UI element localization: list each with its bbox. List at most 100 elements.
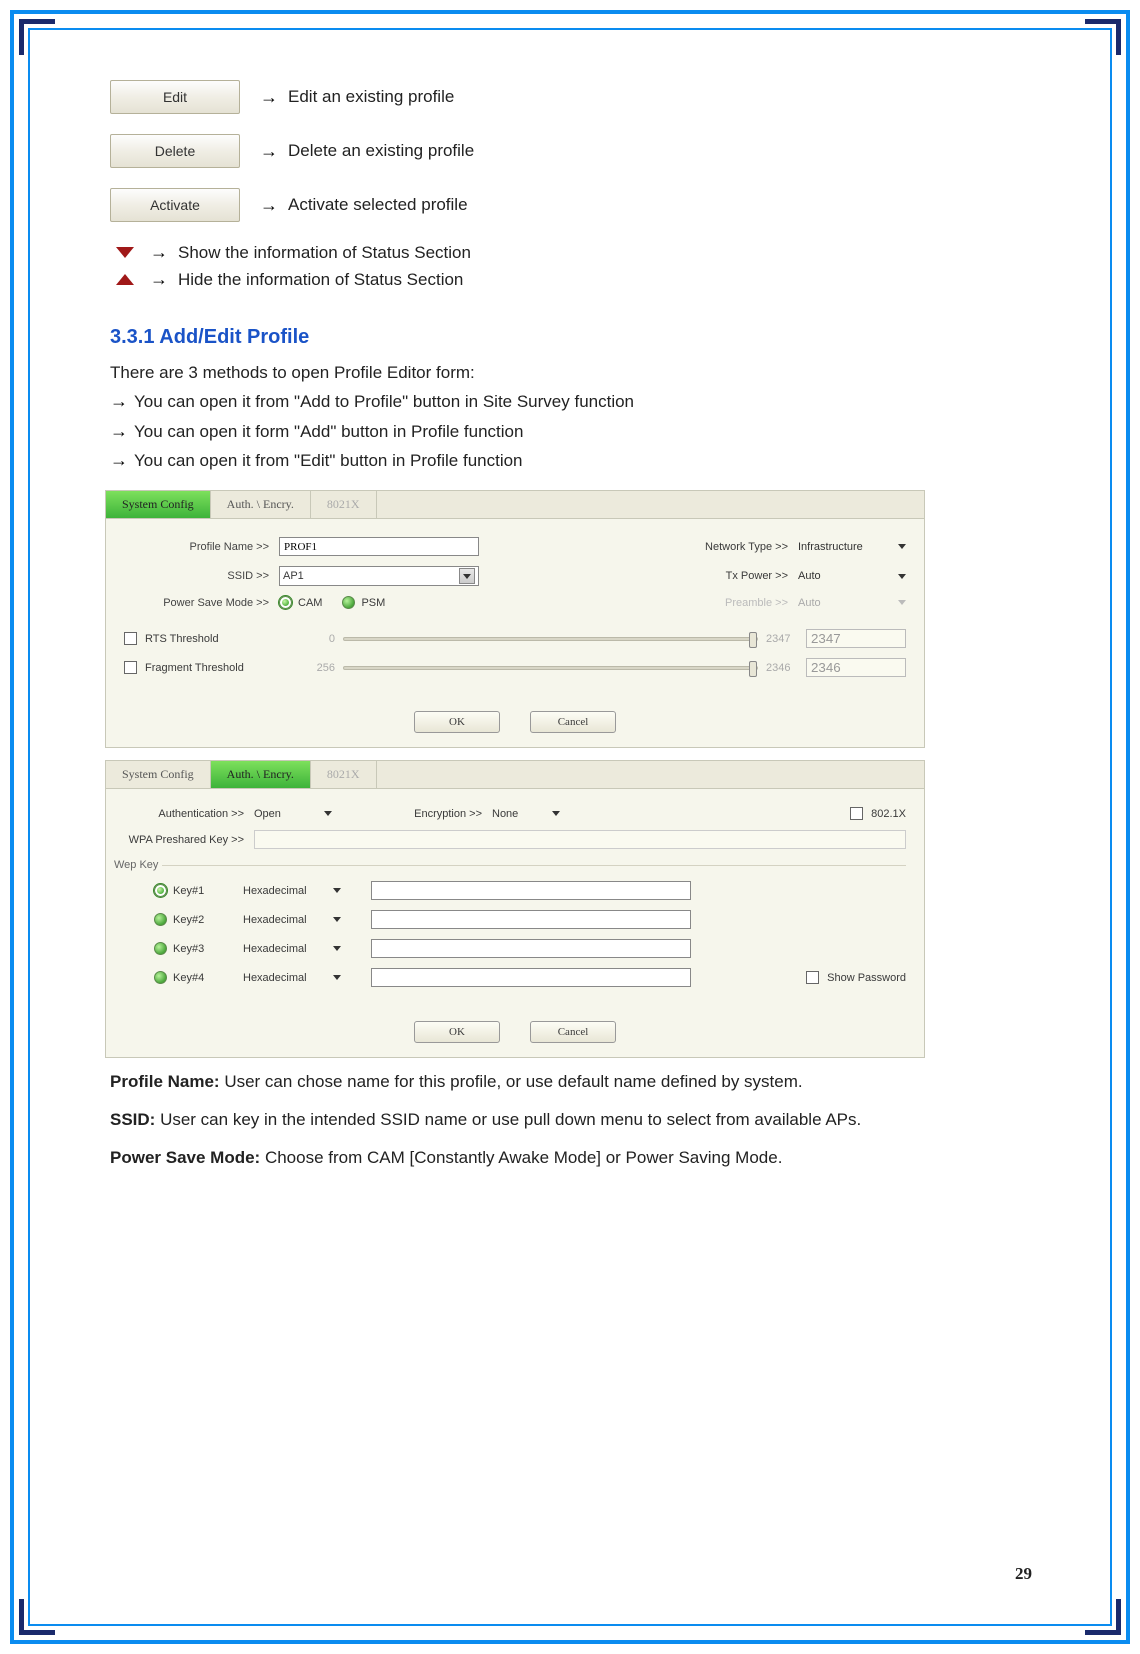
method-item: You can open it form "Add" button in Pro… — [134, 422, 523, 441]
key4-format[interactable]: Hexadecimal — [243, 972, 333, 984]
network-type-value[interactable]: Infrastructure — [798, 541, 898, 553]
tab-system-config[interactable]: System Config — [106, 761, 211, 788]
fragment-value-input — [806, 658, 906, 677]
key2-label: Key#2 — [173, 914, 243, 926]
8021x-label: 802.1X — [871, 808, 906, 820]
ssid-def-text: User can key in the intended SSID name o… — [155, 1110, 861, 1129]
chevron-down-icon — [898, 600, 906, 605]
ssid-value: AP1 — [283, 570, 304, 582]
chevron-down-icon[interactable] — [110, 247, 140, 258]
ssid-label: SSID >> — [124, 570, 279, 582]
edit-description: Edit an existing profile — [288, 87, 454, 107]
authentication-value[interactable]: Open — [254, 808, 324, 820]
chevron-down-icon[interactable] — [324, 811, 332, 816]
key1-radio[interactable] — [154, 884, 167, 897]
encryption-value[interactable]: None — [492, 808, 552, 820]
tx-power-label: Tx Power >> — [688, 570, 798, 582]
ok-button[interactable]: OK — [414, 1021, 500, 1043]
arrow-icon: → — [260, 87, 278, 108]
system-config-dialog: System Config Auth. \ Encry. 8021X Profi… — [105, 490, 925, 748]
corner-decoration — [1085, 1599, 1121, 1635]
fragment-min: 256 — [285, 662, 335, 674]
chevron-up-icon[interactable] — [110, 274, 140, 285]
tab-8021x: 8021X — [311, 761, 377, 788]
ok-button[interactable]: OK — [414, 711, 500, 733]
fragment-checkbox[interactable] — [124, 661, 137, 674]
chevron-down-icon[interactable] — [333, 946, 341, 951]
cam-label: CAM — [298, 597, 322, 609]
cam-radio[interactable] — [279, 596, 292, 609]
key3-radio[interactable] — [154, 942, 167, 955]
psm-radio[interactable] — [342, 596, 355, 609]
arrow-icon: → — [110, 391, 128, 411]
chevron-down-icon[interactable] — [898, 574, 906, 579]
profile-name-def-text: User can chose name for this profile, or… — [220, 1072, 803, 1091]
profile-name-input[interactable] — [279, 537, 479, 556]
intro-text: There are 3 methods to open Profile Edit… — [110, 359, 1040, 387]
edit-button[interactable]: Edit — [110, 80, 240, 114]
chevron-down-icon[interactable] — [333, 975, 341, 980]
tab-auth-encry[interactable]: Auth. \ Encry. — [211, 761, 311, 788]
activate-description: Activate selected profile — [288, 195, 468, 215]
method-item: You can open it from "Add to Profile" bu… — [134, 392, 634, 411]
8021x-checkbox[interactable] — [850, 807, 863, 820]
wpa-key-input — [254, 830, 906, 849]
corner-decoration — [1085, 19, 1121, 55]
arrow-icon: → — [260, 141, 278, 162]
fragment-label: Fragment Threshold — [145, 662, 285, 674]
show-password-checkbox[interactable] — [806, 971, 819, 984]
key1-input[interactable] — [371, 881, 691, 900]
rts-checkbox[interactable] — [124, 632, 137, 645]
profile-name-label: Profile Name >> — [124, 541, 279, 553]
encryption-label: Encryption >> — [362, 808, 492, 820]
fragment-slider[interactable] — [343, 666, 758, 670]
page-number: 29 — [1015, 1564, 1032, 1584]
key1-format[interactable]: Hexadecimal — [243, 885, 333, 897]
tab-auth-encry[interactable]: Auth. \ Encry. — [211, 491, 311, 518]
key3-label: Key#3 — [173, 943, 243, 955]
key4-radio[interactable] — [154, 971, 167, 984]
corner-decoration — [19, 19, 55, 55]
rts-min: 0 — [285, 633, 335, 645]
tab-system-config[interactable]: System Config — [106, 491, 211, 518]
cancel-button[interactable]: Cancel — [530, 1021, 616, 1043]
cancel-button[interactable]: Cancel — [530, 711, 616, 733]
network-type-label: Network Type >> — [688, 541, 798, 553]
dropdown-button[interactable] — [459, 568, 475, 584]
chevron-down-icon[interactable] — [898, 544, 906, 549]
section-heading: 3.3.1 Add/Edit Profile — [110, 326, 1040, 349]
chevron-down-icon[interactable] — [333, 917, 341, 922]
ssid-def-label: SSID: — [110, 1110, 155, 1129]
wep-key-group-label: Wep Key — [110, 859, 162, 871]
key3-format[interactable]: Hexadecimal — [243, 943, 333, 955]
delete-button[interactable]: Delete — [110, 134, 240, 168]
power-def-text: Choose from CAM [Constantly Awake Mode] … — [260, 1148, 782, 1167]
arrow-icon: → — [110, 450, 128, 470]
corner-decoration — [19, 1599, 55, 1635]
chevron-down-icon[interactable] — [552, 811, 560, 816]
arrow-icon: → — [260, 195, 278, 216]
key3-input[interactable] — [371, 939, 691, 958]
tx-power-value[interactable]: Auto — [798, 570, 898, 582]
power-save-label: Power Save Mode >> — [124, 597, 279, 609]
key2-radio[interactable] — [154, 913, 167, 926]
delete-description: Delete an existing profile — [288, 141, 474, 161]
psm-label: PSM — [361, 597, 385, 609]
activate-button[interactable]: Activate — [110, 188, 240, 222]
arrow-icon: → — [110, 421, 128, 441]
rts-value-input — [806, 629, 906, 648]
auth-encry-dialog: System Config Auth. \ Encry. 8021X Authe… — [105, 760, 925, 1058]
chevron-down-icon[interactable] — [333, 888, 341, 893]
key2-input[interactable] — [371, 910, 691, 929]
key4-input[interactable] — [371, 968, 691, 987]
rts-slider[interactable] — [343, 637, 758, 641]
arrow-icon: → — [150, 242, 168, 263]
rts-max: 2347 — [766, 633, 806, 645]
key4-label: Key#4 — [173, 972, 243, 984]
ssid-select[interactable]: AP1 — [279, 566, 479, 586]
tab-8021x: 8021X — [311, 491, 377, 518]
key2-format[interactable]: Hexadecimal — [243, 914, 333, 926]
key1-label: Key#1 — [173, 885, 243, 897]
hide-description: Hide the information of Status Section — [178, 270, 463, 290]
power-def-label: Power Save Mode: — [110, 1148, 260, 1167]
